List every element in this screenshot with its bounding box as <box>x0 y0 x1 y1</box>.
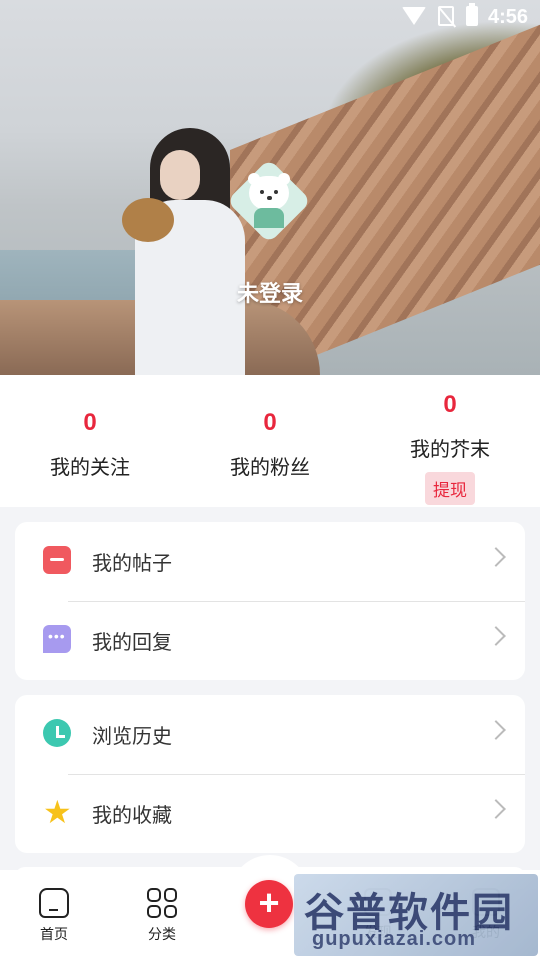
menu-card-posts: 我的帖子 我的回复 <box>15 522 525 680</box>
reply-icon <box>43 625 71 653</box>
stat-fans-value: 0 <box>263 409 277 436</box>
watermark-sub: gupuxiazai.com <box>312 928 477 950</box>
watermark-logo: 谷普软件园 gupuxiazai.com <box>294 874 538 956</box>
menu-item-label: 浏览历史 <box>92 726 172 748</box>
tab-home-label: 首页 <box>40 926 68 942</box>
stat-following[interactable]: 0 我的关注 <box>0 409 180 480</box>
stat-fans-label: 我的粉丝 <box>230 457 310 479</box>
category-icon <box>147 888 177 918</box>
avatar[interactable] <box>226 158 312 244</box>
menu-item-my-posts[interactable]: 我的帖子 <box>15 522 525 601</box>
stat-following-label: 我的关注 <box>50 457 130 479</box>
chevron-right-icon <box>486 626 506 646</box>
home-icon <box>39 888 69 918</box>
stat-fans[interactable]: 0 我的粉丝 <box>180 409 360 480</box>
tab-home[interactable]: 首页 <box>14 888 94 944</box>
stat-following-value: 0 <box>83 409 97 436</box>
status-icons <box>402 3 478 26</box>
battery-charging-icon <box>466 3 478 26</box>
bear-avatar-icon <box>246 168 292 228</box>
wifi-icon <box>402 7 426 25</box>
post-icon <box>43 546 71 574</box>
chevron-right-icon <box>486 720 506 740</box>
stats-panel: 0 我的关注 0 我的粉丝 0 我的芥末 提现 <box>0 375 540 507</box>
stat-mustard-label: 我的芥末 <box>410 439 490 461</box>
stat-mustard[interactable]: 0 我的芥末 提现 <box>360 391 540 505</box>
menu-item-label: 我的帖子 <box>92 553 172 575</box>
menu-item-browse-history[interactable]: 浏览历史 <box>15 695 525 774</box>
withdraw-button[interactable]: 提现 <box>425 472 475 505</box>
menu-card-history: 浏览历史 ★ 我的收藏 <box>15 695 525 853</box>
menu-item-label: 我的收藏 <box>92 805 172 827</box>
history-icon <box>43 719 71 747</box>
coconut <box>122 198 174 242</box>
chevron-right-icon <box>486 547 506 567</box>
stat-mustard-value: 0 <box>443 391 457 418</box>
menu-item-my-replies[interactable]: 我的回复 <box>15 601 525 680</box>
star-icon: ★ <box>43 794 72 830</box>
menu-item-favorites[interactable]: ★ 我的收藏 <box>15 774 525 853</box>
chevron-right-icon <box>486 799 506 819</box>
menu-item-label: 我的回复 <box>92 632 172 654</box>
add-icon[interactable]: + <box>245 880 293 928</box>
no-sim-icon <box>438 6 454 26</box>
status-time: 4:56 <box>487 6 528 28</box>
status-bar: 4:56 <box>0 0 540 36</box>
person-face <box>160 150 200 200</box>
tab-category-label: 分类 <box>148 926 176 942</box>
tab-category[interactable]: 分类 <box>122 888 202 944</box>
login-status-label[interactable]: 未登录 <box>205 276 335 308</box>
